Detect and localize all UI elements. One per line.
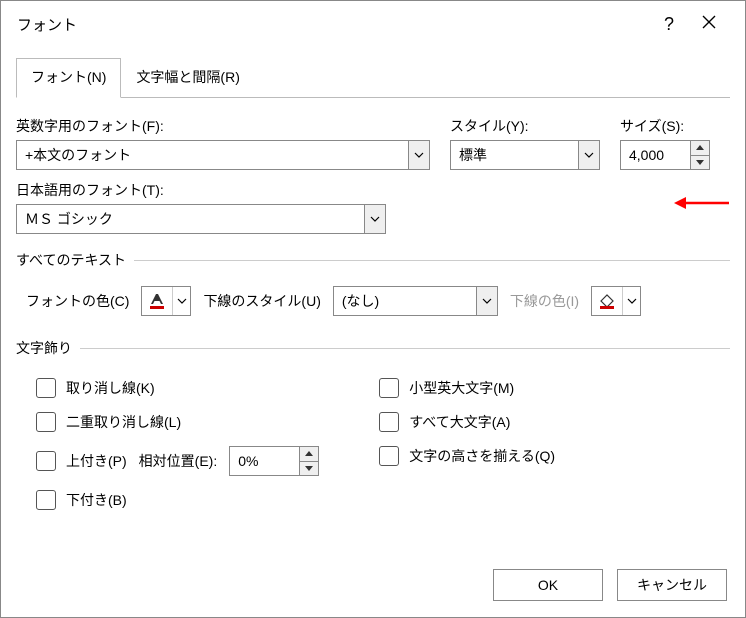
- checkbox-strikethrough[interactable]: 取り消し線(K): [36, 378, 319, 398]
- style-dropdown-button[interactable]: [578, 140, 600, 170]
- decorations-group: 文字飾り 取り消し線(K) 二重取り消し線(L) 上付き(P) 相対位置(E):: [16, 338, 730, 510]
- checkbox-equalize-height[interactable]: 文字の高さを揃える(Q): [379, 446, 555, 466]
- style-combo[interactable]: 標準: [450, 140, 600, 170]
- titlebar: フォント ?: [1, 1, 745, 47]
- chevron-down-icon: [177, 298, 187, 304]
- chevron-up-icon: [305, 451, 313, 456]
- western-font-combo[interactable]: [16, 140, 430, 170]
- help-icon[interactable]: ?: [649, 14, 689, 35]
- chevron-down-icon: [482, 298, 492, 304]
- underline-style-value: (なし): [333, 286, 476, 316]
- style-value: 標準: [450, 140, 578, 170]
- cancel-button[interactable]: キャンセル: [617, 569, 727, 601]
- size-input[interactable]: [620, 140, 690, 170]
- dialog-footer: OK キャンセル: [1, 557, 745, 617]
- underline-style-combo[interactable]: (なし): [333, 286, 498, 316]
- all-text-legend: すべてのテキスト: [16, 250, 134, 270]
- relpos-spin-down[interactable]: [300, 461, 318, 476]
- underline-style-label: 下線のスタイル(U): [203, 291, 320, 311]
- tab-font[interactable]: フォント(N): [16, 58, 121, 98]
- underline-style-dropdown-button[interactable]: [476, 286, 498, 316]
- relpos-input[interactable]: [229, 446, 299, 476]
- chevron-down-icon: [370, 216, 380, 222]
- all-text-group: すべてのテキスト フォントの色(C) 下線のスタイル(U) (なし): [16, 250, 730, 322]
- chevron-down-icon: [627, 298, 637, 304]
- size-label: サイズ(S):: [620, 116, 730, 136]
- underline-color-label: 下線の色(I): [510, 291, 579, 311]
- western-font-label: 英数字用のフォント(F):: [16, 116, 430, 136]
- size-spin-up[interactable]: [691, 141, 709, 155]
- dialog-title: フォント: [17, 14, 649, 35]
- decorations-legend: 文字飾り: [16, 338, 80, 358]
- asian-font-value: ＭＳ ゴシック: [16, 204, 364, 234]
- font-color-label: フォントの色(C): [26, 291, 129, 311]
- paint-bucket-icon: [598, 292, 616, 310]
- western-font-input[interactable]: [16, 140, 408, 170]
- relpos-label: 相対位置(E):: [139, 451, 218, 471]
- close-icon[interactable]: [689, 15, 729, 34]
- tab-spacing[interactable]: 文字幅と間隔(R): [121, 58, 254, 98]
- asian-font-label: 日本語用のフォント(T):: [16, 180, 386, 200]
- relpos-spinner[interactable]: [229, 446, 319, 476]
- font-color-icon: [148, 292, 166, 310]
- checkbox-allcaps[interactable]: すべて大文字(A): [379, 412, 555, 432]
- font-color-button[interactable]: [141, 286, 191, 316]
- chevron-down-icon: [584, 152, 594, 158]
- ok-button[interactable]: OK: [493, 569, 603, 601]
- checkbox-double-strikethrough[interactable]: 二重取り消し線(L): [36, 412, 319, 432]
- style-label: スタイル(Y):: [450, 116, 600, 136]
- size-spinner[interactable]: [620, 140, 730, 170]
- tab-strip: フォント(N) 文字幅と間隔(R): [16, 57, 730, 98]
- font-dialog: フォント ? フォント(N) 文字幅と間隔(R) 英数字用のフォント(F): ス…: [0, 0, 746, 618]
- size-spin-down[interactable]: [691, 155, 709, 170]
- relpos-spin-up[interactable]: [300, 447, 318, 461]
- asian-font-dropdown-button[interactable]: [364, 204, 386, 234]
- asian-font-combo[interactable]: ＭＳ ゴシック: [16, 204, 386, 234]
- underline-color-button[interactable]: [591, 286, 641, 316]
- western-font-dropdown-button[interactable]: [408, 140, 430, 170]
- checkbox-superscript[interactable]: 上付き(P): [36, 451, 127, 471]
- chevron-down-icon: [414, 152, 424, 158]
- chevron-down-icon: [696, 160, 704, 165]
- checkbox-smallcaps[interactable]: 小型英大文字(M): [379, 378, 555, 398]
- chevron-up-icon: [696, 145, 704, 150]
- chevron-down-icon: [305, 466, 313, 471]
- checkbox-subscript[interactable]: 下付き(B): [36, 490, 319, 510]
